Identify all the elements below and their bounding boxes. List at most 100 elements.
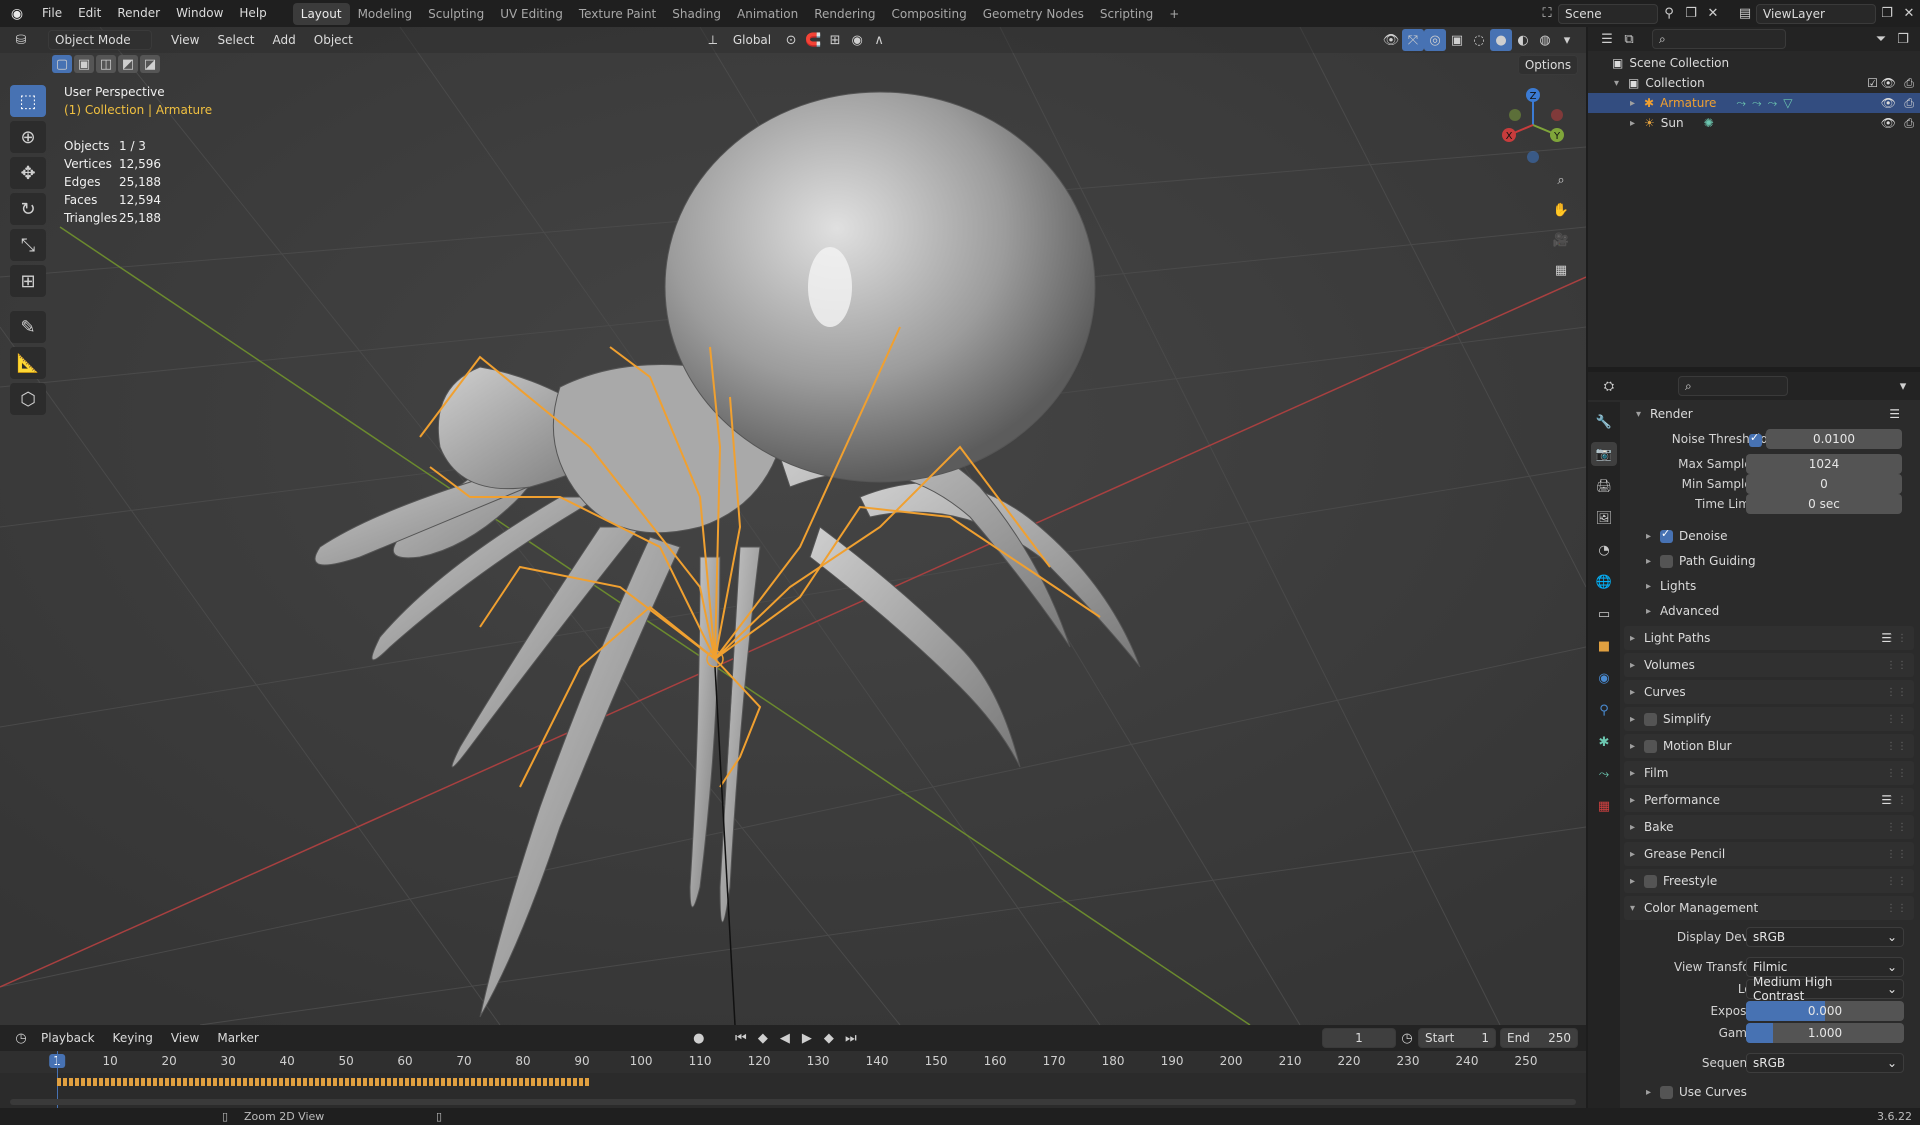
select-invert-icon[interactable]: ◩ [118, 55, 138, 73]
chevron-down-icon[interactable]: ▾ [1636, 409, 1650, 420]
next-keyframe-icon[interactable]: ◆ [818, 1027, 840, 1049]
exposure-slider[interactable]: 0.000 [1746, 1001, 1904, 1021]
current-frame-field[interactable]: 1 [1322, 1028, 1396, 1048]
menu-add[interactable]: Add [264, 29, 305, 51]
new-collection-icon[interactable]: ❐ [1892, 28, 1914, 50]
panel-curves[interactable]: ▸ Curves ⋮⋮ [1624, 680, 1914, 704]
drag-handle-icon[interactable]: ⋮⋮ [1886, 849, 1908, 860]
scene-tab-icon[interactable]: ◔ [1591, 538, 1617, 562]
display-mode-icon[interactable]: ⧉ [1618, 28, 1640, 50]
menu-select[interactable]: Select [208, 29, 263, 51]
subpanel-use-curves[interactable]: ▸ Use Curves [1646, 1080, 1920, 1104]
bone-tab-icon[interactable]: ⤳ [1591, 762, 1617, 786]
chevron-right-icon[interactable]: ▸ [1630, 660, 1644, 671]
rendered-shading-icon[interactable]: ◍ [1534, 29, 1556, 51]
sun-data-icon[interactable]: ✺ [1704, 116, 1714, 130]
modifier-icon[interactable]: ⤳ [1768, 96, 1778, 111]
timeline-scrollbar[interactable] [10, 1099, 1576, 1105]
tab-layout[interactable]: Layout [292, 2, 350, 25]
physics-tab-icon[interactable]: ◉ [1591, 666, 1617, 690]
render-tab-icon[interactable]: 📷 [1591, 442, 1617, 466]
chevron-right-icon[interactable]: ▸ [1630, 687, 1644, 698]
sequencer-select[interactable]: sRGB ⌄ [1746, 1053, 1904, 1073]
use-curves-checkbox[interactable] [1660, 1085, 1673, 1099]
solid-shading-icon[interactable]: ● [1490, 29, 1512, 51]
keyframe-strip[interactable] [57, 1078, 591, 1086]
tab-uv-editing[interactable]: UV Editing [492, 3, 571, 25]
measure-tool-icon[interactable]: 📐 [10, 347, 46, 379]
clock-icon[interactable]: ◷ [1396, 1027, 1418, 1049]
outliner-row-scene-collection[interactable]: ▣ Scene Collection [1588, 53, 1920, 73]
menu-timeline-view[interactable]: View [162, 1027, 208, 1049]
camera-icon[interactable]: ⎙ [1904, 76, 1914, 91]
menu-help[interactable]: Help [231, 0, 274, 27]
shading-options-icon[interactable]: ▾ [1556, 29, 1578, 51]
pivot-icon[interactable]: ⊙ [780, 29, 802, 51]
chevron-right-icon[interactable]: ▸ [1646, 581, 1660, 592]
panel-film[interactable]: ▸ Film ⋮⋮ [1624, 761, 1914, 785]
proportional-edit-icon[interactable]: ◉ [846, 29, 868, 51]
eye-icon[interactable]: 👁 [1881, 96, 1896, 110]
filter-icon[interactable]: ⏷ [1870, 28, 1892, 50]
camera-icon[interactable]: ⎙ [1904, 116, 1914, 131]
3d-viewport[interactable]: ⛁ Object Mode View Select Add Object ⟂ G… [0, 27, 1586, 1025]
view-layer-selector[interactable]: ViewLayer [1756, 3, 1876, 24]
move-tool-icon[interactable]: ✥ [10, 157, 46, 189]
panel-volumes[interactable]: ▸ Volumes ⋮⋮ [1624, 653, 1914, 677]
motion-blur-checkbox[interactable] [1644, 739, 1657, 753]
annotate-tool-icon[interactable]: ✎ [10, 311, 46, 343]
select-intersect-icon[interactable]: ◪ [140, 55, 160, 73]
tab-modeling[interactable]: Modeling [350, 3, 421, 25]
scene-icon[interactable]: ⛶ [1536, 3, 1558, 25]
subpanel-path-guiding[interactable]: ▸ Path Guiding [1646, 549, 1920, 573]
path-guiding-checkbox[interactable] [1660, 554, 1673, 568]
orientation-selector[interactable]: Global [724, 29, 780, 51]
drag-handle-icon[interactable]: ⋮⋮ [1886, 741, 1908, 752]
snap-target-icon[interactable]: ⊞ [824, 29, 846, 51]
select-box-tool-icon[interactable]: ⬚ [10, 85, 46, 117]
texture-tab-icon[interactable]: ▦ [1591, 794, 1617, 818]
chevron-right-icon[interactable]: ▸ [1646, 606, 1660, 617]
menu-keying[interactable]: Keying [104, 1027, 162, 1049]
outliner-row-sun[interactable]: ▸ ☀ Sun ✺ 👁 ⎙ [1588, 113, 1920, 133]
panel-simplify[interactable]: ▸ Simplify ⋮⋮ [1624, 707, 1914, 731]
add-workspace-button[interactable]: + [1161, 3, 1187, 25]
properties-editor-type-icon[interactable]: ⛭ [1598, 375, 1620, 397]
world-tab-icon[interactable]: 🌐 [1591, 570, 1617, 594]
chevron-right-icon[interactable]: ▸ [1630, 822, 1644, 833]
view-layer-icon[interactable]: ▤ [1734, 3, 1756, 25]
tool-tab-icon[interactable]: 🔧 [1591, 410, 1617, 434]
play-icon[interactable]: ▶ [796, 1027, 818, 1049]
tab-sculpting[interactable]: Sculpting [420, 3, 492, 25]
chevron-right-icon[interactable]: ▸ [1646, 531, 1660, 542]
properties-search[interactable]: ⌕ [1678, 376, 1788, 396]
panel-bake[interactable]: ▸ Bake ⋮⋮ [1624, 815, 1914, 839]
panel-light-paths[interactable]: ▸ Light Paths ☰ ⋮⋮ [1624, 626, 1914, 650]
denoise-checkbox[interactable] [1660, 527, 1673, 543]
outliner[interactable]: ☰ ⧉ ⌕ ⏷ ❐ ▣ Scene Collection ▾ ▣ Collect… [1588, 27, 1920, 367]
new-scene-icon[interactable]: ❐ [1680, 3, 1702, 25]
tab-texture-paint[interactable]: Texture Paint [571, 3, 664, 25]
snap-icon[interactable]: 🧲 [802, 29, 824, 51]
jump-start-icon[interactable]: ⏮ [730, 1027, 752, 1049]
tab-scripting[interactable]: Scripting [1092, 3, 1161, 25]
menu-file[interactable]: File [34, 0, 70, 27]
panel-render[interactable]: ▾ Render ☰ [1624, 402, 1914, 426]
select-extend-icon[interactable]: ▣ [74, 55, 94, 73]
xray-icon[interactable]: ▣ [1446, 29, 1468, 51]
eye-icon[interactable]: 👁 [1881, 76, 1896, 90]
add-cube-tool-icon[interactable]: ⬡ [10, 383, 46, 415]
menu-playback[interactable]: Playback [32, 1027, 104, 1049]
drag-handle-icon[interactable]: ⋮⋮ [1886, 822, 1908, 833]
view-layer-tab-icon[interactable]: 🖼 [1591, 506, 1617, 530]
mesh-data-icon[interactable]: ▽ [1783, 96, 1792, 110]
chevron-right-icon[interactable]: ▸ [1630, 768, 1644, 779]
subpanel-denoise[interactable]: ▸ Denoise [1646, 524, 1920, 548]
menu-marker[interactable]: Marker [208, 1027, 267, 1049]
object-data-tab-icon[interactable]: ✱ [1591, 730, 1617, 754]
delete-view-layer-icon[interactable]: ✕ [1898, 3, 1920, 25]
drag-handle-icon[interactable]: ⋮⋮ [1886, 768, 1908, 779]
subpanel-lights[interactable]: ▸ Lights [1646, 574, 1920, 598]
pin-icon[interactable]: ⚲ [1658, 3, 1680, 25]
chevron-right-icon[interactable]: ▸ [1630, 118, 1644, 129]
